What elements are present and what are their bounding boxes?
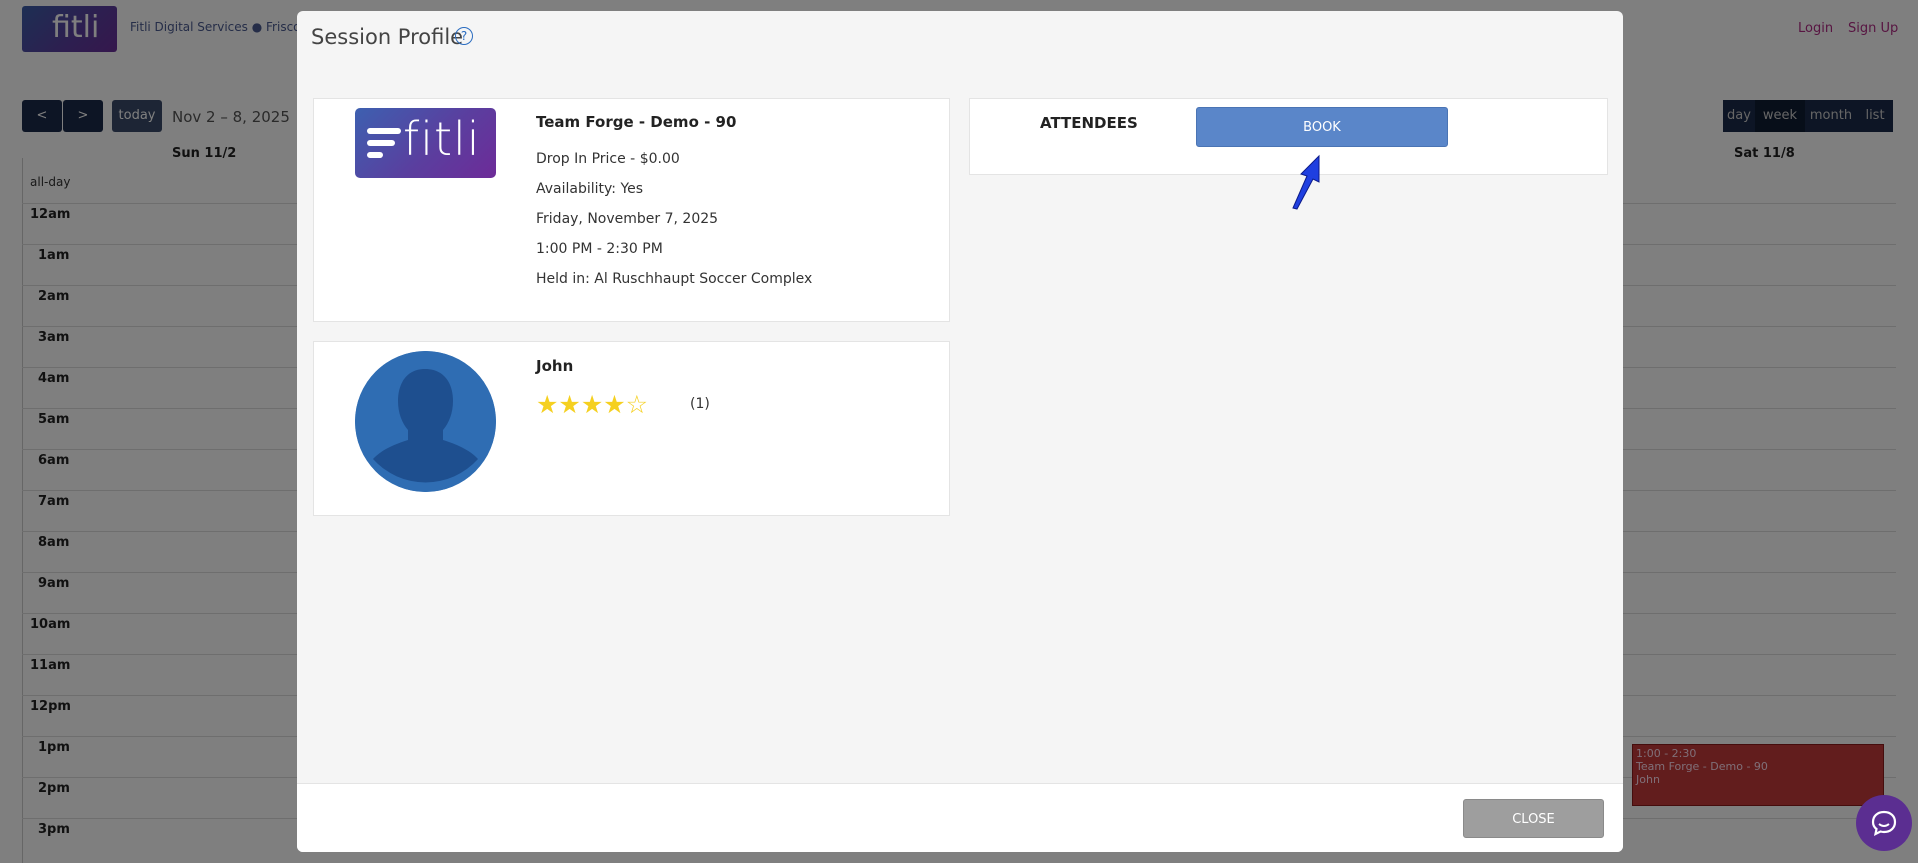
attendees-label: ATTENDEES <box>1040 114 1138 132</box>
trainer-card: John ★★★★☆ (1) <box>313 341 950 516</box>
session-logo: fitli <box>355 108 496 178</box>
logo-lines-icon <box>367 128 401 158</box>
close-button[interactable]: CLOSE <box>1463 799 1604 838</box>
session-card: fitli Team Forge - Demo - 90 Drop In Pri… <box>313 98 950 322</box>
rating-stars: ★★★★☆ <box>536 390 648 419</box>
session-price: Drop In Price - $0.00 <box>536 151 680 167</box>
session-profile-modal: Session Profile ? fitli Team Forge - Dem… <box>297 11 1623 852</box>
session-time: 1:00 PM - 2:30 PM <box>536 241 663 257</box>
session-availability: Availability: Yes <box>536 181 644 197</box>
modal-header: Session Profile ? <box>297 11 1623 67</box>
rating-count: (1) <box>690 396 710 412</box>
star-empty-icon: ☆ <box>625 390 649 419</box>
trainer-name[interactable]: John <box>536 357 573 375</box>
star-filled-icon: ★★★★ <box>536 390 626 419</box>
session-name: Team Forge - Demo - 90 <box>536 113 737 131</box>
trainer-avatar[interactable] <box>355 351 496 492</box>
pointer-arrow-icon <box>1292 154 1320 210</box>
chat-button[interactable] <box>1856 795 1912 851</box>
modal-title: Session Profile <box>311 25 464 49</box>
book-button[interactable]: BOOK <box>1196 107 1448 147</box>
session-date: Friday, November 7, 2025 <box>536 211 719 227</box>
help-icon[interactable]: ? <box>455 27 473 45</box>
session-location: Held in: Al Ruschhaupt Soccer Complex <box>536 271 813 287</box>
modal-footer: CLOSE <box>297 783 1623 852</box>
logo-word: fitli <box>403 112 481 166</box>
person-silhouette-icon <box>355 351 496 492</box>
chat-icon <box>1871 810 1897 836</box>
